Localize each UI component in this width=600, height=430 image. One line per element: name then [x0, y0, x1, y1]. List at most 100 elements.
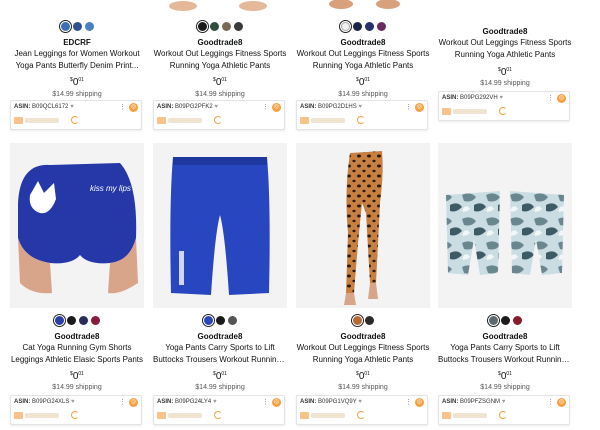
color-swatch[interactable] [500, 316, 510, 325]
tag-icon [442, 108, 451, 115]
asin-value[interactable]: B09PG2PFK2 [175, 104, 213, 110]
color-swatch[interactable] [66, 316, 76, 325]
more-icon[interactable]: ⋮ [119, 398, 126, 406]
more-icon[interactable]: ⋮ [547, 94, 554, 102]
heart-icon[interactable]: ♥ [358, 399, 362, 405]
color-swatch[interactable] [338, 20, 352, 33]
color-swatch[interactable] [352, 22, 362, 31]
product-title[interactable]: Yoga Pants Carry Sports to Lift Buttocks… [438, 342, 572, 366]
extension-logo-icon[interactable]: ◎ [557, 94, 566, 103]
extension-logo-icon[interactable]: ◎ [415, 103, 424, 112]
title-line[interactable]: Workout Out Leggings Fitness Sports [296, 342, 430, 354]
color-swatch[interactable] [209, 22, 219, 31]
color-swatch[interactable] [227, 316, 237, 325]
title-line[interactable]: Running Yoga Athletic Pants [153, 60, 287, 72]
asin-text[interactable]: ASIN: B09PG2PFK2 ♥ [157, 104, 218, 110]
product-image[interactable] [438, 143, 572, 308]
color-swatch[interactable] [364, 316, 374, 325]
product-image[interactable] [10, 0, 144, 15]
asin-value[interactable]: B09PG2D1HS [318, 104, 357, 110]
product-title[interactable]: Workout Out Leggings Fitness Sports Runn… [296, 342, 430, 366]
more-icon[interactable]: ⋮ [262, 103, 269, 111]
heart-icon[interactable]: ♥ [214, 104, 218, 110]
color-swatch[interactable] [233, 22, 243, 31]
more-icon[interactable]: ⋮ [405, 398, 412, 406]
product-title[interactable]: Workout Out Leggings Fitness Sports Runn… [438, 37, 572, 61]
title-line[interactable]: Jean Leggings for Women Workout [10, 48, 144, 60]
title-line[interactable]: Workout Out Leggings Fitness Sports [438, 37, 572, 49]
heart-icon[interactable]: ♥ [71, 399, 75, 405]
more-icon[interactable]: ⋮ [547, 398, 554, 406]
product-title[interactable]: Workout Out Leggings Fitness Sports Runn… [153, 48, 287, 72]
product-image[interactable]: kiss my lips [10, 143, 144, 308]
shipping-cost: $14.99 shipping [338, 384, 388, 391]
product-image[interactable] [296, 143, 430, 308]
extension-logo-icon[interactable]: ◎ [129, 398, 138, 407]
color-swatch[interactable] [195, 20, 209, 33]
extension-logo-icon[interactable]: ◎ [272, 103, 281, 112]
shipping-cost: $14.99 shipping [338, 91, 388, 98]
heart-icon[interactable]: ♥ [70, 104, 74, 110]
title-line[interactable]: Yoga Pants Carry Sports to Lift [438, 342, 572, 354]
color-swatch[interactable] [90, 316, 100, 325]
color-swatch[interactable] [364, 22, 374, 31]
asin-value[interactable]: B09PG24LY4 [175, 399, 211, 405]
asin-text[interactable]: ASIN: B09PG24XLS ♥ [14, 399, 75, 405]
asin-text[interactable]: ASIN: B09PFZSGNM ♥ [442, 399, 505, 405]
heart-icon[interactable]: ♥ [358, 104, 362, 110]
asin-value[interactable]: B09PG1VQ9Y [318, 399, 357, 405]
extension-logo-icon[interactable]: ◎ [557, 398, 566, 407]
color-swatch[interactable] [84, 22, 94, 31]
extension-logo-icon[interactable]: ◎ [129, 103, 138, 112]
asin-text[interactable]: ASIN: B09QCL6172 ♥ [14, 104, 74, 110]
title-line[interactable]: Running Yoga Athletic Pants [438, 49, 572, 61]
product-title[interactable]: Yoga Pants Carry Sports to Lift Buttocks… [153, 342, 287, 366]
title-line[interactable]: Yoga Pants Butterfly Denim Print... [10, 60, 144, 72]
color-swatch[interactable] [72, 22, 82, 31]
color-swatch[interactable] [350, 314, 364, 327]
color-swatch[interactable] [486, 314, 500, 327]
asin-value[interactable]: B09PG24XLS [32, 399, 69, 405]
color-swatch[interactable] [215, 316, 225, 325]
product-title[interactable]: Cat Yoga Running Gym Shorts Leggings Ath… [10, 342, 144, 366]
color-swatch[interactable] [376, 22, 386, 31]
color-swatch[interactable] [78, 316, 88, 325]
color-swatch[interactable] [201, 314, 215, 327]
more-icon[interactable]: ⋮ [405, 103, 412, 111]
title-line[interactable]: Buttocks Trousers Workout Running... [153, 354, 287, 366]
asin-text[interactable]: ASIN: B09PG2D1HS ♥ [300, 104, 362, 110]
title-line[interactable]: Running Yoga Athletic Pants [296, 60, 430, 72]
heart-icon[interactable]: ♥ [502, 399, 506, 405]
product-image[interactable] [296, 0, 430, 15]
title-line[interactable]: Yoga Pants Carry Sports to Lift [153, 342, 287, 354]
product-image[interactable] [438, 0, 572, 15]
product-image[interactable] [153, 0, 287, 15]
asin-value[interactable]: B09PFZSGNM [460, 399, 500, 405]
more-icon[interactable]: ⋮ [119, 103, 126, 111]
more-icon[interactable]: ⋮ [262, 398, 269, 406]
asin-text[interactable]: ASIN: B09PG24LY4 ♥ [157, 399, 217, 405]
product-title[interactable]: Jean Leggings for Women Workout Yoga Pan… [10, 48, 144, 72]
asin-text[interactable]: ASIN: B09PG292VH ♥ [442, 95, 503, 101]
title-line[interactable]: Workout Out Leggings Fitness Sports [296, 48, 430, 60]
heart-icon[interactable]: ♥ [499, 95, 503, 101]
asin-label: ASIN: [300, 104, 317, 110]
asin-text[interactable]: ASIN: B09PG1VQ9Y ♥ [300, 399, 362, 405]
title-line[interactable]: Leggings Athletic Elasic Sports Pants [10, 354, 144, 366]
extension-logo-icon[interactable]: ◎ [415, 398, 424, 407]
asin-value[interactable]: B09QCL6172 [32, 104, 68, 110]
title-line[interactable]: Running Yoga Athletic Pants [296, 354, 430, 366]
color-swatch[interactable] [221, 22, 231, 31]
color-swatch[interactable] [58, 20, 72, 33]
tag-icon [14, 412, 23, 419]
product-title[interactable]: Workout Out Leggings Fitness Sports Runn… [296, 48, 430, 72]
heart-icon[interactable]: ♥ [213, 399, 217, 405]
color-swatch[interactable] [52, 314, 66, 327]
asin-value[interactable]: B09PG292VH [460, 95, 498, 101]
product-image[interactable] [153, 143, 287, 308]
title-line[interactable]: Workout Out Leggings Fitness Sports [153, 48, 287, 60]
title-line[interactable]: Cat Yoga Running Gym Shorts [10, 342, 144, 354]
color-swatch[interactable] [512, 316, 522, 325]
title-line[interactable]: Buttocks Trousers Workout Running... [438, 354, 572, 366]
extension-logo-icon[interactable]: ◎ [272, 398, 281, 407]
